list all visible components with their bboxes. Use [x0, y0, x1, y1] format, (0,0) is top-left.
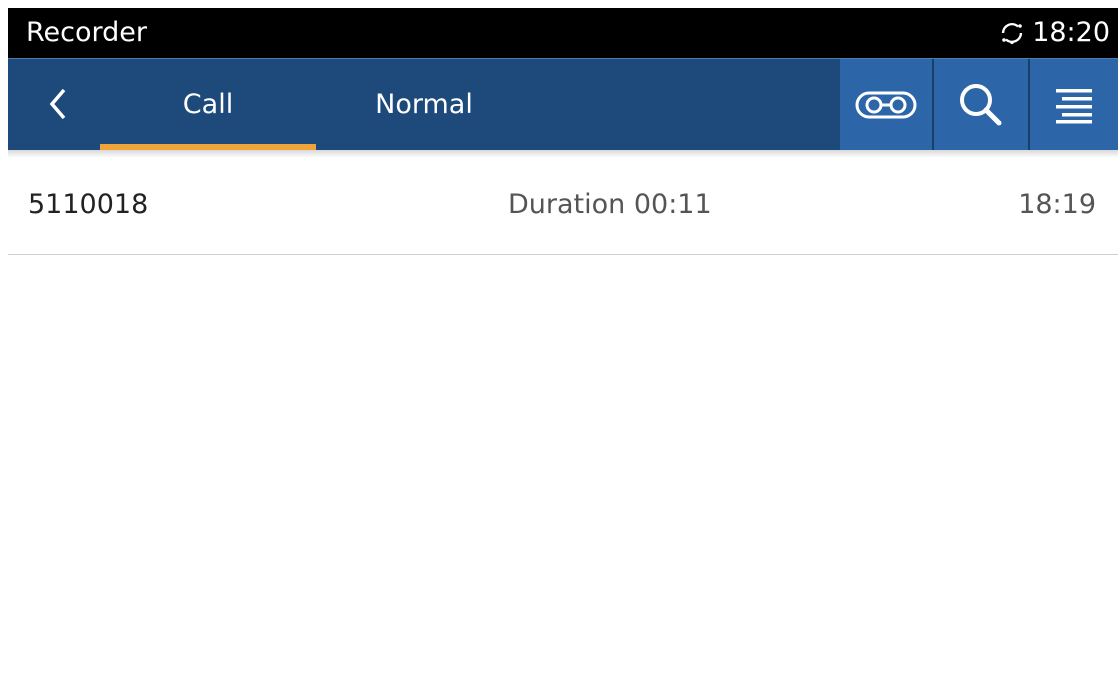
sync-icon	[1001, 23, 1023, 45]
tab-call[interactable]: Call	[100, 59, 316, 149]
status-bar: Recorder 18:20	[8, 8, 1118, 58]
tab-normal-label: Normal	[375, 88, 473, 120]
menu-icon	[1056, 88, 1092, 123]
record-button[interactable]	[840, 59, 932, 150]
recording-duration: Duration 00:11	[508, 189, 712, 220]
chevron-left-icon	[49, 88, 66, 120]
recording-time: 18:19	[1018, 189, 1096, 220]
clock: 18:20	[1032, 17, 1110, 48]
recording-number: 5110018	[28, 189, 149, 220]
search-icon	[960, 83, 1002, 125]
back-button[interactable]	[28, 59, 88, 149]
recorder-screen: Recorder 18:20 Call Normal 5110018 Durat…	[8, 8, 1118, 674]
search-button[interactable]	[934, 59, 1028, 150]
record-icon	[855, 91, 917, 118]
tab-call-label: Call	[182, 88, 234, 120]
toolbar-shadow	[8, 150, 1118, 158]
status-indicators: 18:20	[998, 16, 1110, 50]
menu-button[interactable]	[1030, 59, 1118, 150]
toolbar: Call Normal	[8, 58, 1118, 150]
recording-list-item[interactable]: 5110018 Duration 00:11 18:19	[8, 158, 1118, 255]
app-title: Recorder	[26, 17, 147, 48]
tab-normal[interactable]: Normal	[316, 59, 532, 149]
